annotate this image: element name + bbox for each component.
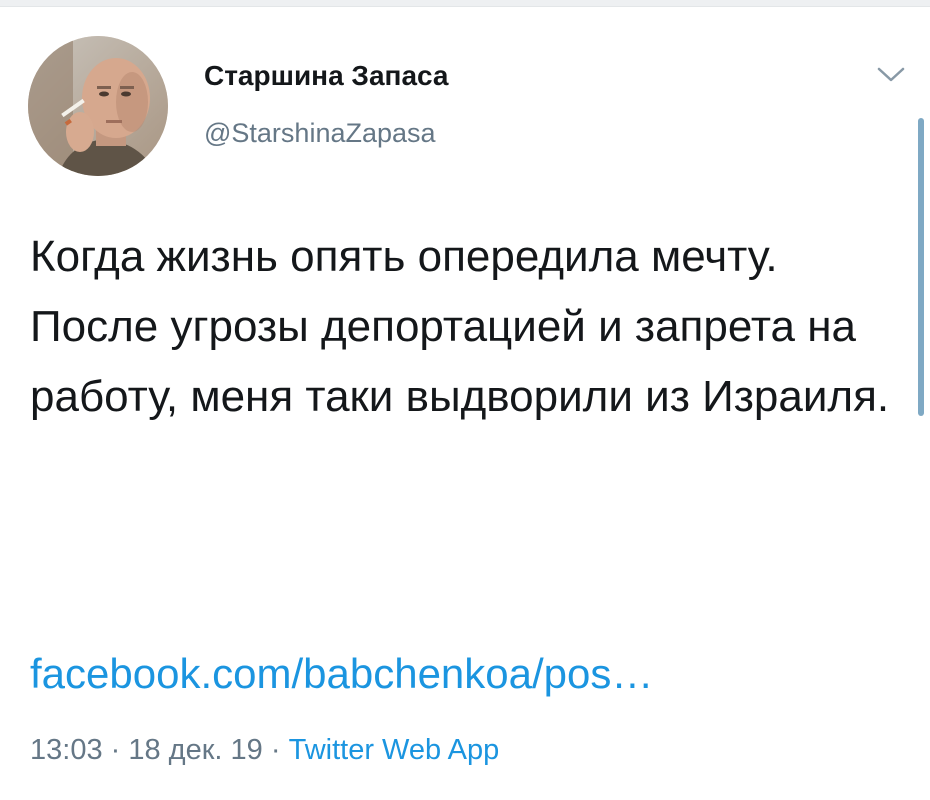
display-name[interactable]: Старшина Запаса: [204, 60, 449, 92]
meta-separator: ·: [102, 734, 129, 766]
top-divider: [0, 0, 930, 7]
avatar[interactable]: [28, 36, 168, 176]
tweet-link[interactable]: facebook.com/babchenkoa/pos…: [30, 650, 653, 698]
chevron-down-icon[interactable]: [874, 62, 908, 88]
tweet-text: Когда жизнь опять опередила мечту. После…: [30, 232, 890, 421]
tweet-source[interactable]: Twitter Web App: [289, 734, 500, 766]
meta-separator: ·: [262, 734, 289, 766]
scrollbar[interactable]: [918, 118, 924, 416]
tweet-meta: 13:03 · 18 дек. 19 · Twitter Web App: [30, 734, 499, 767]
user-handle[interactable]: @StarshinaZapasa: [204, 118, 436, 149]
tweet-date[interactable]: 18 дек. 19: [128, 734, 262, 766]
tweet-time[interactable]: 13:03: [30, 734, 103, 766]
